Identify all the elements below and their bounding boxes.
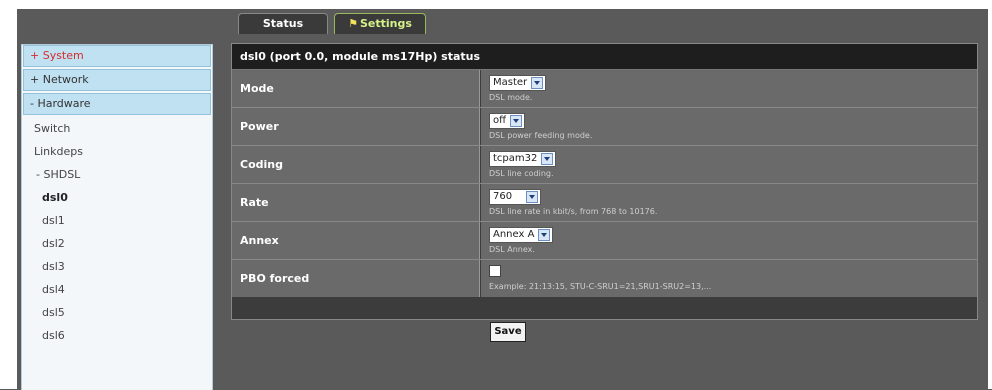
sidebar-item-shdsl[interactable]: - SHDSL (22, 163, 212, 186)
sidebar-item-system[interactable]: + System (23, 45, 211, 67)
left-border (0, 9, 17, 389)
right-border (988, 9, 992, 389)
sidebar-item-linkdeps[interactable]: Linkdeps (22, 140, 212, 163)
annex-hint: DSL Annex. (489, 245, 535, 254)
power-hint: DSL power feeding mode. (489, 131, 593, 140)
sidebar-item-dsl5[interactable]: dsl5 (22, 301, 212, 324)
tab-status[interactable]: Status (238, 13, 328, 34)
chevron-down-icon (538, 229, 551, 241)
sidebar-item-dsl3[interactable]: dsl3 (22, 255, 212, 278)
coding-select-value: tcpam32 (493, 153, 538, 164)
chevron-down-icon (531, 77, 544, 89)
mode-hint: DSL mode. (489, 93, 533, 102)
sidebar-item-dsl0[interactable]: dsl0 (22, 186, 212, 209)
chevron-down-icon (510, 115, 523, 127)
pbo-forced-checkbox[interactable] (489, 265, 501, 277)
save-button[interactable]: Save (490, 322, 526, 342)
annex-row: Annex Annex A DSL Annex. (232, 222, 977, 260)
sidebar-item-dsl2[interactable]: dsl2 (22, 232, 212, 255)
power-label: Power (232, 108, 480, 145)
key-icon: ⚑ (348, 17, 358, 30)
sidebar-item-dsl1[interactable]: dsl1 (22, 209, 212, 232)
coding-label: Coding (232, 146, 480, 183)
chevron-down-icon (541, 153, 554, 165)
coding-row: Coding tcpam32 DSL line coding. (232, 146, 977, 184)
mode-label: Mode (232, 70, 480, 107)
dsl-settings-panel: dsl0 (port 0.0, module ms17Hp) status Mo… (231, 43, 978, 320)
pbo-forced-row: PBO forced Example: 21:13:15, STU-C-SRU1… (232, 260, 977, 297)
mode-row: Mode Master DSL mode. (232, 70, 977, 108)
mode-select-value: Master (493, 77, 528, 88)
sidebar: + System + Network - Hardware Switch Lin… (21, 44, 213, 390)
annex-select[interactable]: Annex A (489, 227, 554, 243)
pbo-forced-label: PBO forced (232, 260, 480, 297)
tab-settings-label: Settings (359, 17, 412, 30)
rate-row: Rate 760 DSL line rate in kbit/s, from 7… (232, 184, 977, 222)
tab-settings[interactable]: ⚑ Settings (334, 13, 426, 34)
panel-title: dsl0 (port 0.0, module ms17Hp) status (232, 44, 977, 70)
power-select[interactable]: off (489, 113, 526, 129)
rate-hint: DSL line rate in kbit/s, from 768 to 101… (489, 207, 658, 216)
sidebar-item-network[interactable]: + Network (23, 69, 211, 91)
coding-select[interactable]: tcpam32 (489, 151, 557, 167)
pbo-forced-hint: Example: 21:13:15, STU-C-SRU1=21,SRU1-SR… (489, 282, 712, 291)
mode-select[interactable]: Master (489, 75, 547, 91)
power-select-value: off (493, 115, 507, 126)
rate-select-value: 760 (493, 191, 513, 202)
tab-status-label: Status (262, 17, 304, 30)
sidebar-item-hardware[interactable]: - Hardware (23, 93, 211, 115)
sidebar-item-dsl6[interactable]: dsl6 (22, 324, 212, 347)
coding-hint: DSL line coding. (489, 169, 554, 178)
power-row: Power off DSL power feeding mode. (232, 108, 977, 146)
annex-select-value: Annex A (493, 229, 535, 240)
rate-select[interactable]: 760 (489, 189, 541, 205)
top-strip (0, 0, 992, 9)
chevron-down-icon (525, 191, 538, 203)
annex-label: Annex (232, 222, 480, 259)
sidebar-item-dsl4[interactable]: dsl4 (22, 278, 212, 301)
sidebar-item-switch[interactable]: Switch (22, 117, 212, 140)
rate-label: Rate (232, 184, 480, 221)
